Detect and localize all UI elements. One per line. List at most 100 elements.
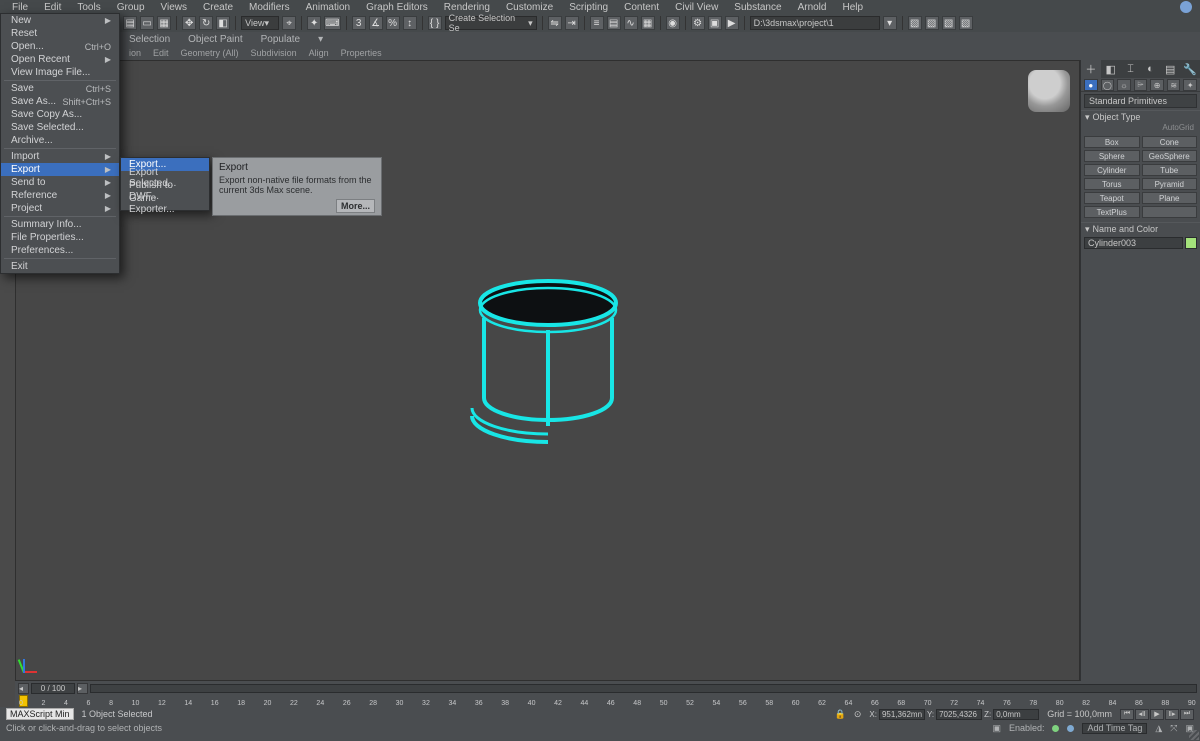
selected-object[interactable]: [448, 248, 648, 468]
primitive-Box[interactable]: Box: [1084, 136, 1140, 148]
snap-icon[interactable]: 3: [352, 16, 366, 30]
time-ruler[interactable]: 0246810121416182022242628303234363840424…: [15, 695, 1200, 707]
lights-cat-icon[interactable]: ☼: [1117, 79, 1131, 91]
ribbon-panel-edit[interactable]: Edit: [149, 48, 173, 58]
menu-modifiers[interactable]: Modifiers: [241, 1, 298, 14]
geometry-cat-icon[interactable]: ●: [1084, 79, 1098, 91]
primitive-Teapot[interactable]: Teapot: [1084, 192, 1140, 204]
spacewarps-cat-icon[interactable]: ≋: [1167, 79, 1181, 91]
resize-grip-icon[interactable]: [1189, 730, 1199, 740]
schematic-view-icon[interactable]: ▦: [641, 16, 655, 30]
goto-end-icon[interactable]: ⏭: [1180, 709, 1194, 720]
export-submenu-item[interactable]: Game Exporter...: [121, 197, 209, 210]
file-menu-item[interactable]: Reset: [1, 27, 119, 40]
object-name-field[interactable]: Cylinder003: [1084, 237, 1183, 249]
workspace-3-icon[interactable]: ▧: [942, 16, 956, 30]
viewport[interactable]: Shading ]: [17, 62, 1078, 679]
lock-icon[interactable]: 🔒: [835, 709, 846, 720]
ribbon-expand-icon[interactable]: ▾: [314, 34, 327, 45]
menu-help[interactable]: Help: [834, 1, 871, 14]
adaptive-deg-icon[interactable]: [1067, 725, 1074, 732]
display-tab-icon[interactable]: ▤: [1160, 60, 1180, 78]
file-menu-item[interactable]: Archive...: [1, 134, 119, 147]
file-menu-item[interactable]: Open Recent▶: [1, 53, 119, 66]
menu-content[interactable]: Content: [616, 1, 667, 14]
project-path-field[interactable]: D:\3dsmax\project\1: [750, 16, 880, 30]
y-field[interactable]: 7025,4326: [936, 709, 982, 720]
object-color-swatch[interactable]: [1185, 237, 1197, 249]
x-field[interactable]: 951,362mn: [879, 709, 925, 720]
menu-arnold[interactable]: Arnold: [790, 1, 835, 14]
file-menu-item[interactable]: New▶: [1, 14, 119, 27]
isolate-icon[interactable]: ⊙: [854, 709, 862, 720]
menu-grapheditors[interactable]: Graph Editors: [358, 1, 436, 14]
file-menu-item[interactable]: Exit: [1, 260, 119, 273]
shapes-cat-icon[interactable]: ◯: [1101, 79, 1115, 91]
motion-tab-icon[interactable]: ◐: [1140, 60, 1160, 78]
modify-tab-icon[interactable]: ◧: [1101, 60, 1121, 78]
timeline-next-icon[interactable]: ▸: [77, 683, 88, 694]
primitive-class-dropdown[interactable]: Standard Primitives: [1084, 94, 1197, 108]
timeline-position[interactable]: 0 / 100: [31, 683, 75, 694]
menu-rendering[interactable]: Rendering: [436, 1, 498, 14]
mirror-icon[interactable]: ⇋: [548, 16, 562, 30]
create-tab-icon[interactable]: ＋: [1081, 60, 1101, 78]
rollout-object-type-head[interactable]: ▾ Object Type: [1081, 110, 1200, 123]
ribbon-tab-objectpaint[interactable]: Object Paint: [184, 34, 246, 45]
file-menu-item[interactable]: Save Copy As...: [1, 108, 119, 121]
file-menu-item[interactable]: SaveCtrl+S: [1, 82, 119, 95]
file-menu-item[interactable]: Save As...Shift+Ctrl+S: [1, 95, 119, 108]
ribbon-panel-subdivision[interactable]: Subdivision: [247, 48, 301, 58]
workspace-2-icon[interactable]: ▧: [925, 16, 939, 30]
menu-edit[interactable]: Edit: [36, 1, 69, 14]
z-field[interactable]: 0,0mm: [993, 709, 1039, 720]
select-region-icon[interactable]: ▭: [140, 16, 154, 30]
macro-rec-icon[interactable]: ▣: [992, 723, 1001, 734]
systems-cat-icon[interactable]: ✦: [1183, 79, 1197, 91]
select-manipulate-icon[interactable]: ✦: [307, 16, 321, 30]
menu-create[interactable]: Create: [195, 1, 241, 14]
layer-explorer-icon[interactable]: ≡: [590, 16, 604, 30]
menu-views[interactable]: Views: [153, 1, 196, 14]
cameras-cat-icon[interactable]: ⌲: [1134, 79, 1148, 91]
render-setup-icon[interactable]: ⚙: [691, 16, 705, 30]
primitive-TextPlus[interactable]: TextPlus: [1084, 206, 1140, 218]
scale-icon[interactable]: ◧: [216, 16, 230, 30]
primitive-Pyramid[interactable]: Pyramid: [1142, 178, 1198, 190]
menu-group[interactable]: Group: [109, 1, 153, 14]
menu-scripting[interactable]: Scripting: [561, 1, 616, 14]
primitive-Sphere[interactable]: Sphere: [1084, 150, 1140, 162]
workspace-1-icon[interactable]: ▧: [908, 16, 922, 30]
edit-named-sel-icon[interactable]: { }: [428, 16, 442, 30]
keyboard-toggle-icon[interactable]: ⌨: [324, 16, 340, 30]
percent-snap-icon[interactable]: %: [386, 16, 400, 30]
move-icon[interactable]: ✥: [182, 16, 196, 30]
workspace-4-icon[interactable]: ▧: [959, 16, 973, 30]
tooltip-more-button[interactable]: More...: [336, 199, 375, 213]
spinner-snap-icon[interactable]: ↕: [403, 16, 417, 30]
curve-editor-icon[interactable]: ∿: [624, 16, 638, 30]
menu-tools[interactable]: Tools: [69, 1, 108, 14]
file-menu-item[interactable]: File Properties...: [1, 231, 119, 244]
align-icon[interactable]: ⇥: [565, 16, 579, 30]
menu-file[interactable]: File: [4, 1, 36, 14]
file-menu-item[interactable]: Export▶: [1, 163, 119, 176]
file-menu-item[interactable]: Send to▶: [1, 176, 119, 189]
ref-coord-dropdown[interactable]: View ▾: [241, 16, 279, 30]
primitive-Tube[interactable]: Tube: [1142, 164, 1198, 176]
play-icon[interactable]: ▶: [1150, 709, 1164, 720]
toggle-ribbon-icon[interactable]: ▤: [607, 16, 621, 30]
primitive-GeoSphere[interactable]: GeoSphere: [1142, 150, 1198, 162]
ribbon-tab-selection[interactable]: Selection: [125, 34, 174, 45]
add-time-tag-button[interactable]: Add Time Tag: [1082, 723, 1147, 734]
viewport-nav-zoom-icon[interactable]: ⤧: [1170, 723, 1177, 734]
viewcube-icon[interactable]: [1028, 70, 1070, 112]
maxscript-mini-listener[interactable]: MAXScript Min: [6, 708, 74, 720]
file-menu-item[interactable]: Preferences...: [1, 244, 119, 257]
rotate-icon[interactable]: ↻: [199, 16, 213, 30]
helpers-cat-icon[interactable]: ⊕: [1150, 79, 1164, 91]
material-editor-icon[interactable]: ◉: [666, 16, 680, 30]
select-by-name-icon[interactable]: ▤: [123, 16, 137, 30]
time-slider-track[interactable]: [90, 684, 1197, 693]
file-menu-item[interactable]: Summary Info...: [1, 218, 119, 231]
